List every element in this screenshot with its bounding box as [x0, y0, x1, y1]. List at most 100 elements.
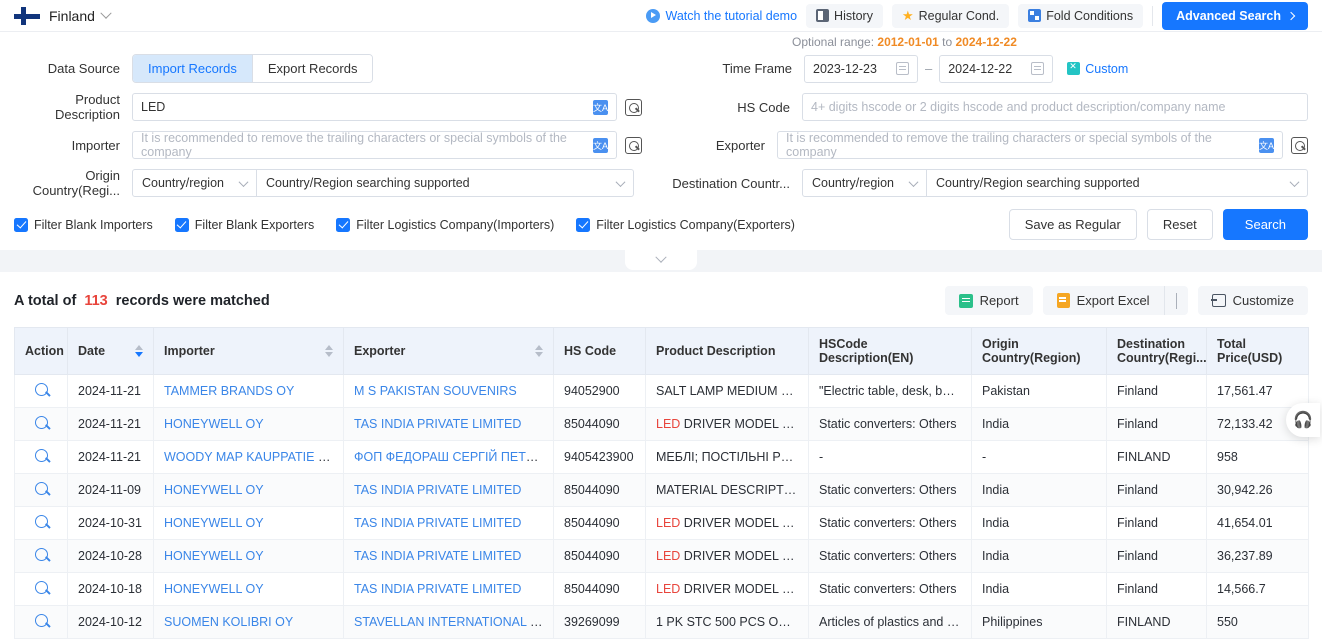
table-row[interactable]: 2024-10-31 HONEYWELL OY TAS INDIA PRIVATE … [14, 506, 1309, 540]
cell-exporter[interactable]: TAS INDIA PRIVATE LIMITED [343, 572, 554, 606]
cell-importer[interactable]: HONEYWELL OY [153, 539, 344, 573]
destination-country-select[interactable]: Country/region [802, 169, 927, 197]
divider [1152, 5, 1154, 26]
fuzzy-search-icon[interactable] [625, 136, 642, 154]
col-importer[interactable]: Importer [153, 327, 344, 375]
table-row[interactable]: 2024-11-21 WOODY MAP KAUPPATIE 32 E ... ФО… [14, 440, 1309, 474]
cell-product-description: SALT LAMP MEDIUM WITH ... [645, 374, 809, 408]
origin-country-select[interactable]: Country/region [132, 169, 257, 197]
collapse-panel-button[interactable] [625, 250, 697, 270]
row-search-icon[interactable] [34, 548, 48, 561]
cell-importer[interactable]: SUOMEN KOLIBRI OY [153, 605, 344, 639]
product-description-input[interactable]: LED 文A [132, 93, 617, 121]
destination-country-search-input[interactable]: Country/Region searching supported [927, 169, 1308, 197]
sort-icon[interactable] [325, 345, 333, 357]
cell-action[interactable] [14, 473, 68, 507]
col-exporter[interactable]: Exporter [343, 327, 554, 375]
exporter-input[interactable]: It is recommended to remove the trailing… [777, 131, 1283, 159]
row-datasource-timeframe: Data Source Import Records Export Record… [14, 54, 1308, 83]
checkbox-filter-logistics-exporters[interactable]: Filter Logistics Company(Exporters) [576, 217, 795, 232]
cell-exporter[interactable]: TAS INDIA PRIVATE LIMITED [343, 539, 554, 573]
col-date[interactable]: Date [67, 327, 154, 375]
cell-action[interactable] [14, 572, 68, 606]
hs-code-input[interactable]: 4+ digits hscode or 2 digits hscode and … [802, 93, 1308, 121]
translate-icon[interactable]: 文A [593, 99, 608, 115]
cell-importer[interactable]: HONEYWELL OY [153, 572, 344, 606]
fuzzy-search-icon[interactable] [1291, 136, 1308, 154]
cell-action[interactable] [14, 539, 68, 573]
tab-export-records[interactable]: Export Records [251, 55, 373, 82]
row-search-icon[interactable] [34, 614, 48, 627]
sort-icon[interactable] [535, 345, 543, 357]
play-icon [645, 8, 660, 23]
fold-conditions-button[interactable]: Fold Conditions [1018, 3, 1144, 28]
cell-hscode-description: Static converters: Others [808, 539, 972, 573]
cell-importer[interactable]: HONEYWELL OY [153, 407, 344, 441]
cell-origin-country: India [971, 572, 1107, 606]
row-search-icon[interactable] [34, 383, 48, 396]
optional-range-prefix: Optional range: [792, 35, 875, 49]
export-excel-dropdown-button[interactable] [1163, 286, 1188, 315]
cell-action[interactable] [14, 407, 68, 441]
cell-exporter[interactable]: TAS INDIA PRIVATE LIMITED [343, 407, 554, 441]
cell-product-description: LED DRIVER MODEL LC16T... [645, 572, 809, 606]
results-table: Action Date Importer Exporter HS Code Pr… [14, 327, 1309, 639]
sort-icon[interactable] [135, 345, 143, 357]
export-excel-button[interactable]: Export Excel [1043, 286, 1164, 315]
support-widget[interactable]: 🎧 [1286, 403, 1320, 437]
checkbox-filter-blank-importers[interactable]: Filter Blank Importers [14, 217, 153, 232]
search-button[interactable]: Search [1222, 209, 1308, 240]
customize-button[interactable]: Customize [1197, 286, 1308, 315]
cell-importer[interactable]: HONEYWELL OY [153, 473, 344, 507]
cell-importer[interactable]: WOODY MAP KAUPPATIE 32 E ... [153, 440, 344, 474]
table-row[interactable]: 2024-10-12 SUOMEN KOLIBRI OY STAVELLAN INT… [14, 605, 1309, 639]
row-search-icon[interactable] [34, 416, 48, 429]
row-search-icon[interactable] [34, 515, 48, 528]
cell-destination-country: Finland [1106, 473, 1207, 507]
chevron-down-icon[interactable] [100, 7, 112, 19]
save-as-regular-button[interactable]: Save as Regular [1008, 209, 1137, 240]
row-search-icon[interactable] [34, 482, 48, 495]
reset-button[interactable]: Reset [1146, 209, 1213, 240]
table-row[interactable]: 2024-10-28 HONEYWELL OY TAS INDIA PRIVATE … [14, 539, 1309, 573]
date-from-value: 2023-12-23 [813, 61, 877, 76]
cell-action[interactable] [14, 506, 68, 540]
destination-country-group: Destination Countr... Country/region Cou… [672, 169, 1308, 197]
date-to-input[interactable]: 2024-12-22 [939, 54, 1054, 83]
watch-tutorial-link[interactable]: Watch the tutorial demo [645, 8, 797, 23]
row-search-icon[interactable] [34, 581, 48, 594]
custom-range-button[interactable]: Custom [1067, 61, 1128, 76]
cell-importer[interactable]: TAMMER BRANDS OY [153, 374, 344, 408]
cell-exporter[interactable]: TAS INDIA PRIVATE LIMITED [343, 506, 554, 540]
cell-action[interactable] [14, 374, 68, 408]
history-button[interactable]: History [806, 3, 883, 28]
cell-exporter[interactable]: STAVELLAN INTERNATIONAL CO [343, 605, 554, 639]
row-search-icon[interactable] [34, 449, 48, 462]
table-row[interactable]: 2024-11-21 TAMMER BRANDS OY M S PAKISTAN S… [14, 374, 1309, 408]
checkbox-filter-logistics-importers[interactable]: Filter Logistics Company(Importers) [336, 217, 554, 232]
report-button[interactable]: Report [944, 286, 1033, 315]
table-row[interactable]: 2024-10-18 HONEYWELL OY TAS INDIA PRIVATE … [14, 572, 1309, 606]
cell-exporter[interactable]: M S PAKISTAN SOUVENIRS [343, 374, 554, 408]
translate-icon[interactable]: 文A [593, 137, 608, 153]
checkbox-filter-blank-exporters[interactable]: Filter Blank Exporters [174, 217, 314, 232]
regular-conditions-button[interactable]: ★ Regular Cond. [891, 3, 1010, 28]
data-source-segmented[interactable]: Import Records Export Records [132, 54, 374, 83]
importer-input[interactable]: It is recommended to remove the trailing… [132, 131, 617, 159]
table-row[interactable]: 2024-11-21 HONEYWELL OY TAS INDIA PRIVATE … [14, 407, 1309, 441]
cell-exporter[interactable]: ФОП ФЕДОРАШ СЕРГІЙ ПЕТРОВИЧ... [343, 440, 554, 474]
table-row[interactable]: 2024-11-09 HONEYWELL OY TAS INDIA PRIVATE … [14, 473, 1309, 507]
cell-importer[interactable]: HONEYWELL OY [153, 506, 344, 540]
advanced-search-button[interactable]: Advanced Search [1162, 1, 1308, 30]
translate-icon[interactable]: 文A [1259, 137, 1274, 153]
fuzzy-search-icon[interactable] [625, 98, 642, 116]
date-from-input[interactable]: 2023-12-23 [804, 54, 918, 83]
custom-icon [1067, 61, 1081, 75]
tab-import-records[interactable]: Import Records [133, 55, 252, 82]
cell-destination-country: Finland [1106, 374, 1207, 408]
origin-country-search-input[interactable]: Country/Region searching supported [257, 169, 634, 197]
cell-action[interactable] [14, 440, 68, 474]
finland-flag-icon [14, 6, 40, 25]
cell-exporter[interactable]: TAS INDIA PRIVATE LIMITED [343, 473, 554, 507]
cell-action[interactable] [14, 605, 68, 639]
